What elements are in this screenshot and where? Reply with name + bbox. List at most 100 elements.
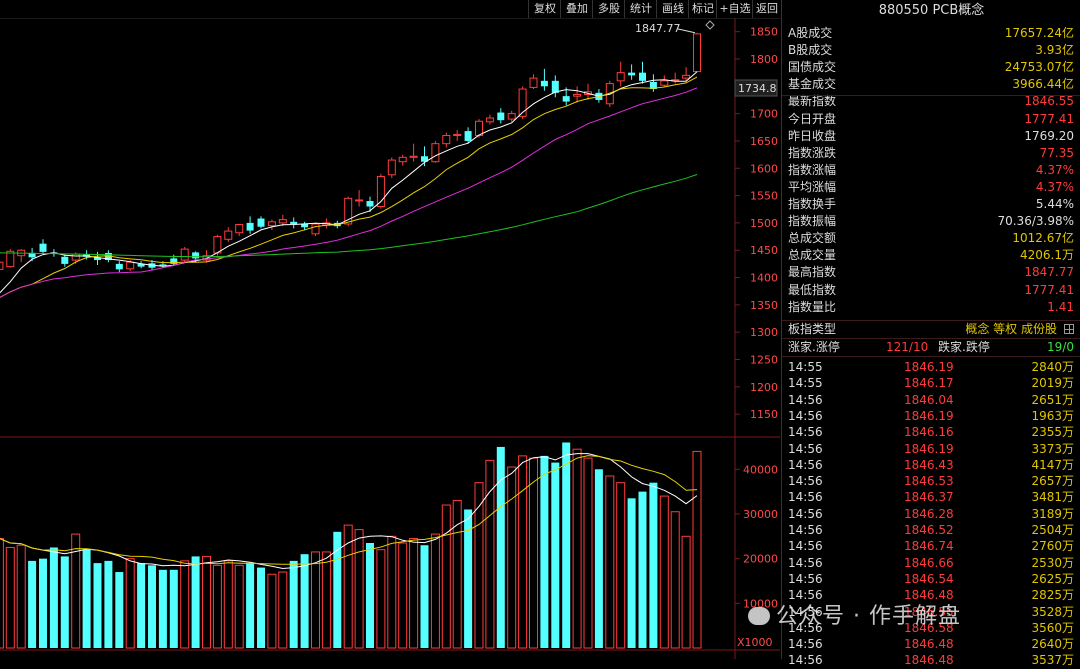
tick-row: 14:56 1846.66 2530万 [782,555,1080,571]
tick-row: 14:56 1846.54 2625万 [782,571,1080,587]
candle-body [475,120,483,136]
tick-time: 14:56 [788,637,823,652]
volume-bar [659,495,669,649]
tick-time: 14:56 [788,392,823,407]
tick-volume: 2640万 [1031,637,1074,652]
volume-bar [169,569,178,648]
separator [782,320,1080,321]
quote-row: 昨日收盘 1769.20 [782,128,1080,145]
candle-body [257,218,265,227]
volume-bar [366,543,374,648]
quote-row: 最低指数 1777.41 [782,282,1080,299]
index-title: 880550 PCB概念 [878,3,985,18]
quote-row: 国债成交 24753.07亿 [782,59,1080,76]
toolbar-button[interactable]: +自选 [716,0,753,18]
volume-bar [104,560,113,648]
tick-row: 14:56 1846.53 2657万 [782,473,1080,489]
watermark-text: 公众号 · 作手解盘 [776,604,961,629]
candle-body [290,221,298,224]
ma10-line [0,76,698,298]
tick-time: 14:56 [788,474,823,489]
volume-bar [333,531,342,648]
price-tick-label: 1850 [750,26,778,39]
toolbar-button[interactable]: 复权 [528,0,561,18]
tick-price: 1846.19 [904,441,954,456]
volume-bar [311,551,320,649]
volume-bar [16,544,26,649]
toolbar-button[interactable]: 标记 [688,0,717,18]
tick-price: 1846.52 [904,523,954,537]
tick-volume: 4147万 [1031,457,1074,472]
tick-time: 14:56 [788,523,823,537]
tick-volume: 2019万 [1031,376,1074,391]
price-tick-label: 1500 [750,217,778,230]
volume-bar [93,563,102,648]
quote-value: 70.36/3.98% [997,214,1074,229]
toolbar-button[interactable]: 画线 [656,0,689,18]
candle-body [453,133,462,136]
toolbar-button[interactable]: 返回 [752,0,781,18]
tick-volume: 3189万 [1031,506,1074,521]
quote-label: B股成交 [788,43,833,58]
tick-time: 14:56 [788,425,823,440]
candle-body [628,72,636,76]
tick-volume: 2625万 [1031,571,1074,586]
up-value: 121/10 [886,340,929,354]
quote-row: 指数换手 5.44% [782,196,1080,213]
candle-body [0,261,4,270]
tick-time: 14:56 [788,408,823,423]
toolbar-button[interactable]: 多股 [592,0,625,18]
quote-row: 平均涨幅 4.37% [782,179,1080,196]
tick-volume: 2355万 [1031,425,1074,440]
price-tick-label: 1800 [750,53,778,66]
candle-body [507,113,516,120]
quote-side-panel: 880550 PCB概念 A股成交 17657.24亿 B股成交 3.93亿 国债成交 2… [781,0,1080,667]
volume-bar [354,529,364,649]
volume-bar [670,511,680,649]
tick-row: 14:55 1846.17 2019万 [782,375,1080,391]
volume-bar [638,491,647,648]
quote-value: 1777.41 [1024,111,1074,126]
volume-bar [398,542,408,649]
candle-body [529,77,538,88]
tick-volume: 2504万 [1031,523,1074,537]
grid-icon[interactable] [1064,324,1074,334]
candle-body [180,248,189,261]
candle-body [616,72,625,82]
price-tick-label: 1450 [750,244,778,257]
volume-bar [551,462,560,648]
quote-row: 基金成交 3966.44亿 [782,76,1080,93]
quote-row: 总成交额 1012.67亿 [782,230,1080,247]
down-value: 19/0 [1047,340,1074,354]
candle-body [6,250,15,268]
quote-row: 最高指数 1847.77 [782,264,1080,281]
tick-price: 1846.16 [904,425,954,440]
quote-label: 总成交量 [788,248,837,263]
quote-label: 指数量比 [788,299,837,314]
tick-price: 1846.17 [904,376,954,391]
quote-label: 昨日收盘 [788,128,837,143]
price-tick-label: 1400 [750,272,778,285]
tick-price: 1846.74 [904,539,954,554]
tick-time: 14:56 [788,555,823,570]
watermark: 公众号 · 作手解盘 [748,598,961,630]
tick-time: 14:56 [788,490,823,505]
candle-body [213,236,222,254]
board-type-label: 板指类型 [788,322,837,336]
toolbar-button[interactable]: 统计 [624,0,657,18]
tick-time: 14:55 [788,376,823,391]
tick-time: 14:56 [788,441,823,456]
quote-value: 1769.20 [1024,128,1074,143]
toolbar-button[interactable]: 叠加 [560,0,593,18]
separator [782,95,1080,96]
tick-row: 14:56 1846.48 3537万 [782,652,1080,668]
kline-chart: 1850180017501700165016001550150014501400… [0,18,780,659]
candle-body [562,96,570,102]
candle-body [639,72,646,81]
tick-row: 14:56 1846.04 2651万 [782,392,1080,408]
quote-row: B股成交 3.93亿 [782,42,1080,59]
quote-row: 指数涨幅 4.37% [782,162,1080,179]
tick-row: 14:56 1846.19 1963万 [782,408,1080,424]
tick-price: 1846.48 [904,637,954,652]
volume-bar [49,547,58,648]
